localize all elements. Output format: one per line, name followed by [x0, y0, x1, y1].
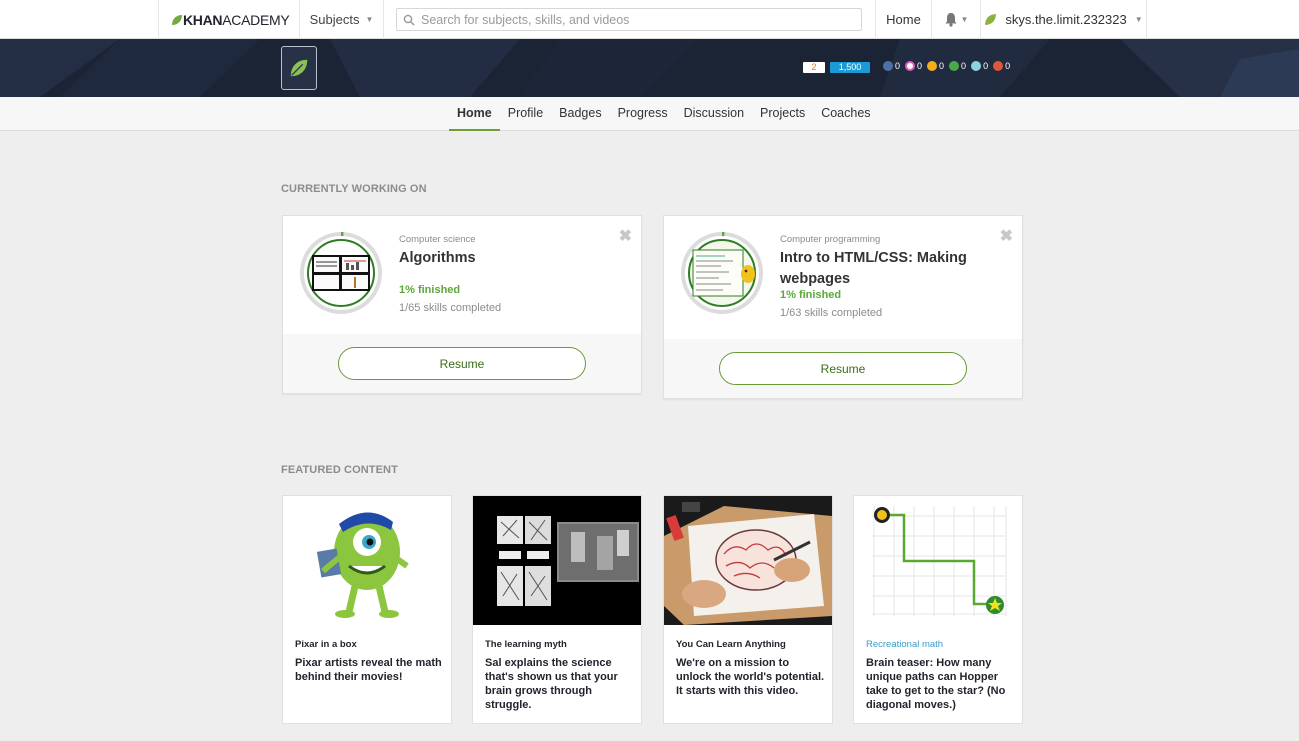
- featured-description: Pixar artists reveal the math behind the…: [295, 657, 442, 683]
- avatar-leaf-icon: [985, 14, 997, 25]
- course-title[interactable]: Intro to HTML/CSS: Making webpages: [780, 248, 995, 290]
- tab-home[interactable]: Home: [449, 97, 500, 131]
- course-card-html-css: Computer programming Intro to HTML/CSS: …: [663, 215, 1023, 399]
- chevron-down-icon: ▼: [960, 15, 969, 24]
- badge-count: 0: [895, 61, 901, 71]
- notifications-button[interactable]: ▼: [932, 0, 981, 39]
- resume-button[interactable]: Resume: [719, 352, 967, 385]
- course-skills-completed: 1/65 skills completed: [399, 302, 502, 314]
- featured-thumbnail: [283, 496, 451, 625]
- brain-drawing-image: [664, 496, 832, 625]
- subjects-menu[interactable]: Subjects ▼: [300, 0, 384, 39]
- search-icon: [403, 14, 415, 26]
- course-progress-ring[interactable]: [300, 232, 382, 314]
- chevron-down-icon: ▼: [365, 15, 374, 24]
- profile-avatar[interactable]: [281, 46, 317, 90]
- course-category: Computer science: [399, 234, 476, 245]
- featured-description: We're on a mission to unlock the world's…: [676, 657, 825, 697]
- resume-button[interactable]: Resume: [338, 347, 586, 380]
- profile-tabs-bar: Home Profile Badges Progress Discussion …: [0, 97, 1299, 131]
- tab-coaches[interactable]: Coaches: [813, 97, 878, 131]
- featured-description: Sal explains the science that's shown us…: [485, 657, 618, 711]
- leaf-icon: [290, 59, 308, 77]
- badge-count: 0: [961, 61, 967, 71]
- featured-thumbnail: [473, 496, 641, 625]
- tab-profile[interactable]: Profile: [500, 97, 551, 131]
- course-title[interactable]: Algorithms: [399, 248, 614, 269]
- leaf-icon: [172, 14, 182, 25]
- badge-count: 0: [939, 61, 945, 71]
- tab-progress[interactable]: Progress: [610, 97, 676, 131]
- featured-kicker: The learning myth: [485, 639, 567, 650]
- chevron-down-icon: ▼: [1134, 15, 1143, 24]
- course-card-algorithms: Computer science Algorithms 1% finished …: [282, 215, 642, 394]
- badge-counts: 0 0 0 0 0 0: [883, 61, 1013, 71]
- black-hole-badge-icon: [971, 61, 982, 71]
- moon-badge-icon: [905, 61, 916, 71]
- search-box: [396, 8, 862, 31]
- home-link[interactable]: Home: [875, 0, 932, 39]
- challenge-patch-icon: [993, 61, 1004, 71]
- meteorite-badge-icon: [883, 61, 893, 71]
- featured-card-learn-anything[interactable]: You Can Learn Anything We're on a missio…: [663, 495, 833, 724]
- banner-background: [0, 39, 1299, 97]
- profile-banner: 2 1,500 0 0 0 0 0 0: [0, 39, 1299, 97]
- khan-academy-logo[interactable]: KHAN ACADEMY: [158, 0, 300, 39]
- bell-icon: [945, 13, 957, 27]
- featured-card-learning-myth[interactable]: The learning myth Sal explains the scien…: [472, 495, 642, 724]
- course-progress-ring[interactable]: [681, 232, 763, 314]
- energy-points: 1,500: [830, 62, 870, 73]
- course-percent-finished: 1% finished: [780, 289, 842, 301]
- grid-path-image: [854, 496, 1022, 625]
- featured-thumbnail: [854, 496, 1022, 625]
- badge-count: 0: [1005, 61, 1011, 71]
- tab-badges[interactable]: Badges: [551, 97, 609, 131]
- user-menu[interactable]: skys.the.limit.232323 ▼: [981, 0, 1147, 39]
- logo-khan-text: KHAN: [183, 11, 223, 28]
- subjects-label: Subjects: [309, 12, 360, 27]
- featured-kicker: You Can Learn Anything: [676, 639, 786, 650]
- course-skills-completed: 1/63 skills completed: [780, 307, 883, 319]
- streak-badge: 2: [803, 62, 825, 73]
- featured-thumbnail: [664, 496, 832, 625]
- badge-count: 0: [983, 61, 989, 71]
- close-icon[interactable]: ✖: [619, 226, 632, 246]
- logo-academy-text: ACADEMY: [222, 11, 290, 28]
- featured-card-brain-teaser[interactable]: Recreational math Brain teaser: How many…: [853, 495, 1023, 724]
- featured-content-heading: FEATURED CONTENT: [281, 464, 398, 476]
- course-category: Computer programming: [780, 234, 881, 245]
- featured-card-pixar[interactable]: Pixar in a box Pixar artists reveal the …: [282, 495, 452, 724]
- badge-count: 0: [917, 61, 923, 71]
- earth-badge-icon: [927, 61, 938, 71]
- search-input[interactable]: [421, 12, 841, 27]
- learning-myth-image: [473, 496, 641, 625]
- featured-kicker: Pixar in a box: [295, 639, 357, 650]
- featured-kicker: Recreational math: [866, 639, 944, 650]
- course-percent-finished: 1% finished: [399, 284, 461, 296]
- username: skys.the.limit.232323: [1005, 12, 1127, 27]
- mike-wazowski-image: [283, 496, 451, 625]
- sun-badge-icon: [949, 61, 960, 71]
- currently-working-heading: CURRENTLY WORKING ON: [281, 183, 427, 195]
- featured-description: Brain teaser: How many unique paths can …: [866, 657, 1006, 711]
- tab-discussion[interactable]: Discussion: [676, 97, 752, 131]
- tab-projects[interactable]: Projects: [752, 97, 813, 131]
- close-icon[interactable]: ✖: [1000, 226, 1013, 246]
- top-navbar: KHANACADEMY Subjects ▼ Home ▼ skys.the.l…: [0, 0, 1299, 39]
